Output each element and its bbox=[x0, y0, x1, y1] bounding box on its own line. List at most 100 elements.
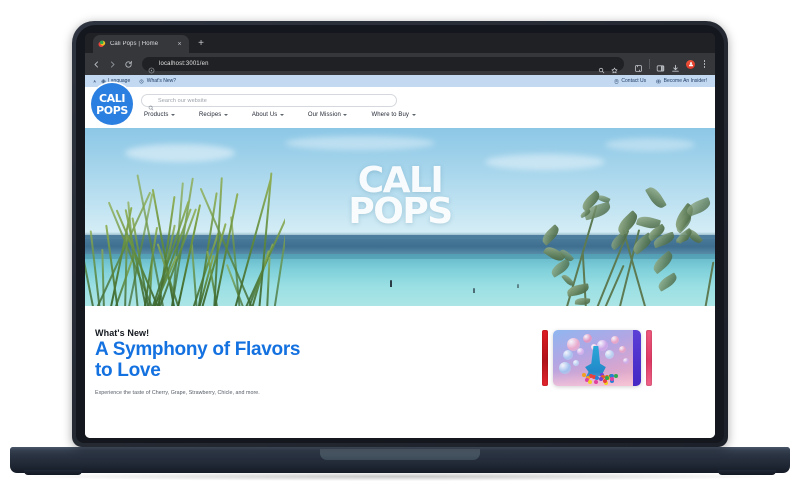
whats-new-title-line1: A Symphony of Flavors bbox=[95, 339, 300, 360]
hero-grass bbox=[85, 161, 285, 306]
profile-avatar-icon[interactable] bbox=[686, 60, 695, 69]
laptop-base-notch bbox=[320, 449, 480, 460]
info-circle-icon[interactable] bbox=[148, 61, 155, 68]
candy-piece bbox=[594, 380, 598, 384]
chevron-down-icon bbox=[412, 114, 416, 116]
foliage-leaf bbox=[651, 250, 676, 273]
browser-window: Cali Pops | Home × + localhost:3001/en L… bbox=[85, 33, 715, 438]
nav-label: Where to Buy bbox=[371, 112, 409, 118]
cali-pops-favicon-icon bbox=[98, 40, 106, 48]
whats-new-kicker: What's New! bbox=[95, 328, 495, 338]
foliage-leaf bbox=[656, 272, 679, 291]
become-insider-link[interactable]: Become An Insider! bbox=[656, 78, 707, 84]
candy-piece bbox=[588, 380, 592, 384]
bubble-decoration bbox=[605, 350, 614, 359]
forward-arrow-icon[interactable] bbox=[108, 60, 117, 69]
whats-new-link[interactable]: What's New? bbox=[139, 78, 176, 84]
nav-label: Our Mission bbox=[308, 112, 341, 118]
site-header: CALI POPS Search our website Products Re… bbox=[85, 87, 715, 128]
whats-new-title-line2: to Love bbox=[95, 360, 160, 381]
bubble-decoration bbox=[597, 340, 608, 351]
bubble-decoration bbox=[623, 358, 629, 364]
address-bar[interactable]: localhost:3001/en bbox=[142, 57, 624, 71]
site-main-nav: Products Recipes About Us Our Mission Wh… bbox=[141, 112, 705, 118]
candy-piece bbox=[595, 376, 599, 380]
chevron-down-icon bbox=[343, 114, 347, 116]
bubble-decoration bbox=[567, 338, 580, 351]
browser-toolbar: localhost:3001/en bbox=[85, 53, 715, 75]
download-icon[interactable] bbox=[671, 60, 680, 69]
browser-tabstrip: Cali Pops | Home × + bbox=[85, 33, 715, 53]
whats-new-label: What's New? bbox=[147, 78, 176, 84]
foliage-stem bbox=[704, 262, 714, 306]
nav-item-products[interactable]: Products bbox=[144, 112, 175, 118]
laptop-shadow bbox=[30, 472, 770, 481]
candy-piece bbox=[599, 377, 603, 381]
whats-new-title: A Symphony of Flavors to Love bbox=[95, 340, 495, 381]
foliage-leaf bbox=[540, 224, 562, 245]
whats-new-copy: What's New! A Symphony of Flavors to Lov… bbox=[95, 328, 495, 396]
browser-tab[interactable]: Cali Pops | Home × bbox=[93, 35, 189, 53]
search-icon[interactable] bbox=[598, 61, 605, 68]
foliage-leaf bbox=[645, 185, 667, 211]
nav-item-about-us[interactable]: About Us bbox=[252, 112, 284, 118]
hero-sailboat bbox=[390, 280, 392, 287]
browser-toolbar-icons bbox=[631, 59, 708, 69]
hero-sailboat bbox=[473, 288, 475, 293]
whats-new-subcopy: Experience the taste of Cherry, Grape, S… bbox=[95, 390, 495, 396]
nav-item-where-to-buy[interactable]: Where to Buy bbox=[371, 112, 415, 118]
kebab-menu-icon[interactable] bbox=[701, 60, 708, 68]
foliage-leaf bbox=[575, 297, 591, 305]
reload-icon[interactable] bbox=[124, 60, 133, 69]
site-logo[interactable]: CALI POPS bbox=[91, 83, 133, 125]
bubble-decoration bbox=[563, 350, 573, 360]
hero-cloud bbox=[285, 136, 435, 150]
nav-label: About Us bbox=[252, 112, 277, 118]
hero-cloud bbox=[605, 138, 695, 151]
product-carousel bbox=[495, 328, 715, 386]
contact-us-link[interactable]: Contact Us bbox=[614, 78, 646, 84]
toolbar-divider bbox=[649, 59, 650, 69]
search-icon bbox=[148, 98, 154, 104]
chevron-down-icon bbox=[280, 114, 284, 116]
grass-blade bbox=[266, 257, 271, 306]
browser-tab-title: Cali Pops | Home bbox=[110, 41, 171, 47]
carousel-prev-slide[interactable] bbox=[542, 330, 548, 386]
nav-label: Recipes bbox=[199, 112, 221, 118]
bubble-decoration bbox=[619, 346, 626, 353]
grass-blade bbox=[101, 249, 105, 306]
candy-piece bbox=[610, 377, 614, 381]
bubble-decoration bbox=[583, 334, 592, 343]
carousel-active-slide[interactable] bbox=[553, 330, 641, 386]
hero-foliage bbox=[540, 171, 715, 306]
carousel-next-slide[interactable] bbox=[646, 330, 652, 386]
site-utility-bar: Language What's New? Contact Us Become A… bbox=[85, 75, 715, 87]
nav-item-recipes[interactable]: Recipes bbox=[199, 112, 228, 118]
close-icon[interactable]: × bbox=[175, 40, 184, 49]
card-right-edge bbox=[633, 330, 641, 386]
hero-banner: CALI POPS bbox=[85, 128, 715, 306]
back-arrow-icon[interactable] bbox=[92, 60, 101, 69]
foliage-leaf bbox=[685, 197, 713, 217]
bubble-decoration bbox=[573, 360, 579, 366]
nav-label: Products bbox=[144, 112, 168, 118]
search-placeholder: Search our website bbox=[158, 98, 207, 104]
split-view-icon[interactable] bbox=[656, 60, 665, 69]
bubble-decoration bbox=[611, 336, 619, 344]
site-logo-line1: CALI bbox=[99, 93, 125, 104]
search-input[interactable]: Search our website bbox=[141, 94, 397, 107]
new-tab-button[interactable]: + bbox=[195, 38, 207, 50]
extensions-puzzle-icon[interactable] bbox=[634, 60, 643, 69]
nav-item-our-mission[interactable]: Our Mission bbox=[308, 112, 348, 118]
hero-cloud bbox=[125, 144, 235, 162]
chevron-down-icon bbox=[224, 114, 228, 116]
web-page: Language What's New? Contact Us Become A… bbox=[85, 75, 715, 438]
star-icon[interactable] bbox=[611, 61, 618, 68]
contact-us-label: Contact Us bbox=[621, 78, 646, 84]
become-insider-label: Become An Insider! bbox=[664, 78, 707, 84]
whats-new-section: What's New! A Symphony of Flavors to Lov… bbox=[85, 306, 715, 438]
address-bar-url: localhost:3001/en bbox=[159, 61, 209, 67]
site-logo-line2: POPS bbox=[96, 105, 128, 116]
candy-piece bbox=[614, 374, 618, 378]
hero-sailboat bbox=[517, 284, 519, 288]
